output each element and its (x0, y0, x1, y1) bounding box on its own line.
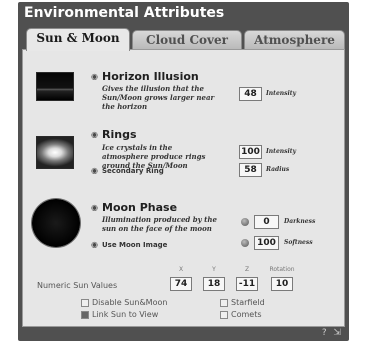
sun-rotation-input[interactable]: 10 (271, 277, 293, 291)
comets-checkbox[interactable]: Comets (220, 310, 262, 319)
comets-box[interactable] (220, 310, 228, 319)
moon-darkness-label: Darkness (284, 218, 316, 225)
link-sun-to-view-label: Link Sun to View (92, 310, 159, 319)
link-sun-to-view-checkbox[interactable]: Link Sun to View (81, 310, 158, 319)
disable-sunmoon-label: Disable Sun&Moon (92, 298, 168, 307)
rings-intensity-label: Intensity (266, 148, 297, 155)
sun-moon-content: ◉ Horizon Illusion Gives the illusion th… (22, 49, 345, 327)
disable-sunmoon-box[interactable] (81, 298, 89, 307)
tab-atmosphere[interactable]: Atmosphere (244, 30, 345, 50)
window-title: Environmental Attributes (24, 5, 225, 21)
moon-softness-label: Softness (284, 239, 313, 246)
horizon-intensity-label: Intensity (266, 90, 297, 97)
moon-phase-preview[interactable] (32, 199, 80, 247)
footer-help-icons[interactable]: ? ⇲ (322, 328, 343, 338)
moon-darkness-input[interactable]: 0 (254, 215, 279, 229)
rings-description: Ice crystals in the atmosphere produce r… (102, 143, 206, 170)
rings-thumbnail (36, 136, 74, 169)
numeric-sun-values-label: Numeric Sun Values (37, 281, 118, 290)
sun-y-input[interactable]: 18 (203, 277, 225, 291)
rings-radius-input[interactable]: 58 (239, 163, 262, 177)
moon-phase-toggle[interactable]: ◉ (91, 203, 98, 213)
sun-rotation-label: Rotation (269, 266, 295, 273)
secondary-ring-label: Secondary Ring (102, 167, 164, 175)
darkness-icon (241, 218, 249, 226)
sun-x-label: X (178, 266, 184, 273)
tab-cloud-cover[interactable]: Cloud Cover (132, 30, 242, 50)
moon-phase-description: Illumination produced by the sun on the … (102, 215, 217, 233)
rings-title: Rings (102, 128, 137, 141)
tab-sun-moon[interactable]: Sun & Moon (26, 28, 130, 51)
starfield-box[interactable] (220, 298, 228, 307)
rings-intensity-input[interactable]: 100 (239, 145, 262, 159)
link-sun-to-view-box[interactable] (81, 310, 89, 319)
softness-icon (241, 239, 249, 247)
sun-z-label: Z (244, 266, 250, 273)
sun-y-label: Y (212, 266, 216, 273)
horizon-illusion-toggle[interactable]: ◉ (91, 72, 98, 82)
secondary-ring-toggle[interactable]: ◉ (91, 166, 98, 176)
rings-toggle[interactable]: ◉ (91, 130, 98, 140)
sun-z-input[interactable]: -11 (236, 277, 258, 291)
comets-label: Comets (231, 310, 262, 319)
starfield-label: Starfield (231, 298, 265, 307)
horizon-intensity-input[interactable]: 48 (239, 87, 262, 101)
tab-bar: Sun & Moon Cloud Cover Atmosphere (22, 28, 345, 51)
use-moon-image-label: Use Moon Image (102, 241, 168, 249)
moon-softness-input[interactable]: 100 (254, 236, 279, 250)
moon-phase-title: Moon Phase (102, 201, 178, 214)
horizon-illusion-description: Gives the illusion that the Sun/Moon gro… (102, 84, 215, 111)
horizon-illusion-title: Horizon Illusion (102, 70, 199, 83)
use-moon-image-toggle[interactable]: ◉ (91, 240, 98, 250)
disable-sunmoon-checkbox[interactable]: Disable Sun&Moon (81, 298, 167, 307)
sun-x-input[interactable]: 74 (170, 277, 192, 291)
starfield-checkbox[interactable]: Starfield (220, 298, 265, 307)
rings-radius-label: Radius (266, 166, 290, 173)
horizon-illusion-thumbnail (36, 72, 74, 101)
environmental-attributes-panel: Environmental Attributes Sun & Moon Clou… (18, 2, 349, 341)
